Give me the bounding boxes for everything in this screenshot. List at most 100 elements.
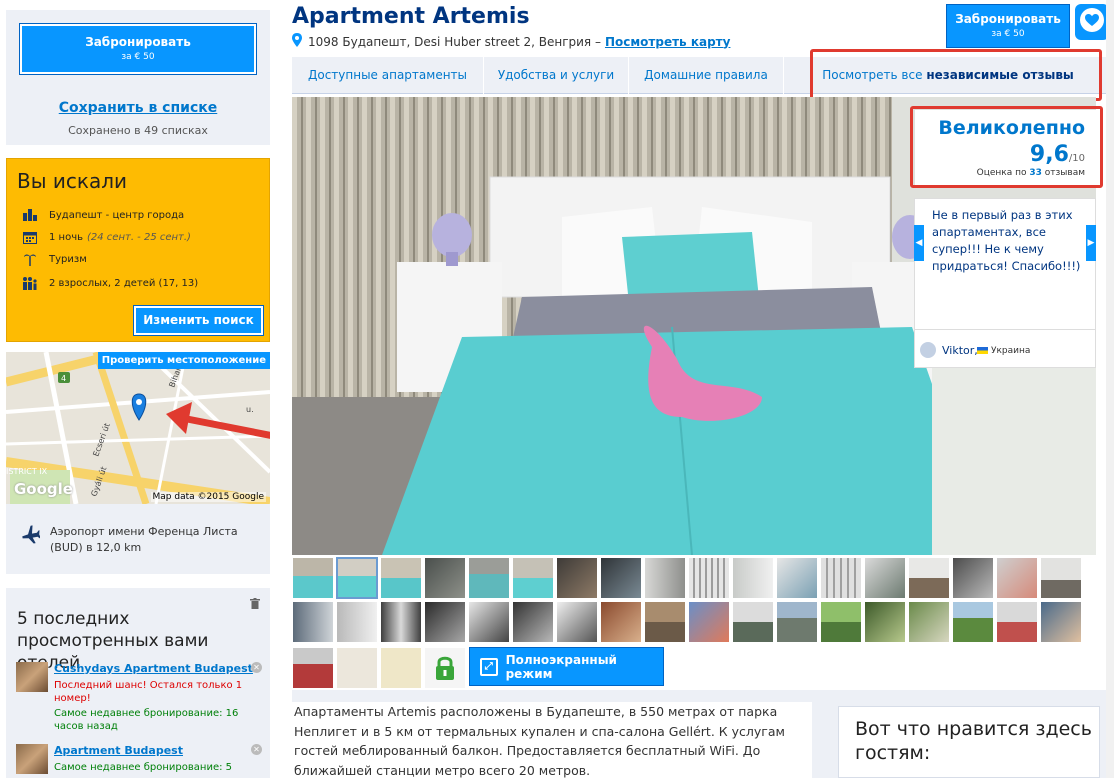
- recent-booking-note: Самое недавнее бронирование: 16 часов на…: [54, 708, 239, 732]
- recent-hotel-link[interactable]: Apartment Budapest: [54, 744, 183, 757]
- recent-hotel-thumbnail[interactable]: [16, 662, 48, 692]
- reviews-tab-bold: независимые отзывы: [926, 68, 1074, 82]
- photo-thumbnail[interactable]: [1040, 557, 1082, 599]
- photo-thumbnail[interactable]: [556, 557, 598, 599]
- photo-thumbnail[interactable]: [380, 557, 422, 599]
- tab-bar: Доступные апартаменты Удобства и услуги …: [292, 57, 1112, 94]
- guests-icon: [21, 276, 39, 290]
- calendar-icon: [21, 230, 39, 244]
- photo-thumbnail[interactable]: [996, 601, 1038, 643]
- favorite-button[interactable]: [1075, 4, 1109, 40]
- photo-thumbnail[interactable]: [952, 601, 994, 643]
- map-thumbnail[interactable]: [380, 647, 422, 689]
- photo-thumbnail[interactable]: [512, 557, 554, 599]
- photo-thumbnail[interactable]: [292, 601, 334, 643]
- review-author-row: Viktor, Украина: [915, 329, 1095, 367]
- score-sub-suffix: отзывам: [1044, 168, 1085, 178]
- review-author: Viktor,: [942, 344, 978, 357]
- photo-thumbnail[interactable]: [468, 601, 510, 643]
- check-location-button[interactable]: Проверить местоположение: [97, 352, 270, 369]
- score-sub-prefix: Оценка по: [976, 168, 1027, 178]
- photo-thumbnail[interactable]: [776, 557, 818, 599]
- reserve-label: Забронировать: [955, 12, 1061, 26]
- photo-thumbnail[interactable]: [424, 601, 466, 643]
- fullscreen-button[interactable]: ⤢ Полноэкранный режим: [469, 647, 664, 686]
- photo-thumbnail[interactable]: [600, 557, 642, 599]
- airplane-icon: [20, 524, 41, 548]
- photo-thumbnail[interactable]: [380, 601, 422, 643]
- avatar: [920, 342, 936, 358]
- address-text: 1098 Будапешт, Desi Huber street 2, Венг…: [308, 34, 601, 49]
- photo-thumbnail[interactable]: [996, 557, 1038, 599]
- photo-thumbnail[interactable]: [1040, 601, 1082, 643]
- photo-thumbnail[interactable]: [908, 557, 950, 599]
- photo-thumbnail[interactable]: [292, 557, 334, 599]
- photo-thumbnail[interactable]: [336, 601, 378, 643]
- recent-booking-note: Самое недавнее бронирование: 5: [54, 762, 233, 773]
- reserve-button-sidebar[interactable]: Забронировать за € 50: [20, 24, 256, 74]
- close-icon[interactable]: ✕: [251, 662, 262, 673]
- airport-text: Аэропорт имени Ференца Листа (BUD) в 12,…: [50, 525, 238, 554]
- hotel-address: 1098 Будапешт, Desi Huber street 2, Венг…: [292, 33, 730, 50]
- photo-thumbnail[interactable]: [864, 557, 906, 599]
- search-nights: 1 ночь: [49, 231, 83, 243]
- photo-thumbnail[interactable]: [424, 557, 466, 599]
- ukraine-flag-icon: [977, 347, 988, 354]
- search-guests-row: 2 взрослых, 2 детей (17, 13): [21, 276, 198, 290]
- tab-available-apartments[interactable]: Доступные апартаменты: [292, 57, 484, 94]
- vertical-scrollbar[interactable]: [1106, 0, 1114, 778]
- photo-thumbnail[interactable]: [556, 601, 598, 643]
- next-review-arrow[interactable]: ▶: [1086, 225, 1096, 261]
- featured-review: ◀ ▶ Не в первый раз в этих апартаментах,…: [914, 198, 1096, 368]
- photo-thumbnail[interactable]: [468, 557, 510, 599]
- map-district: ISTRICT IX: [6, 467, 48, 476]
- tab-reviews[interactable]: Посмотреть все независимые отзывы: [784, 57, 1112, 94]
- close-icon[interactable]: ✕: [251, 744, 262, 755]
- recent-hotels-panel: 5 последних просмотренных вами отелей Cu…: [6, 588, 270, 778]
- photo-thumbnail[interactable]: [908, 601, 950, 643]
- search-guests: 2 взрослых, 2 детей (17, 13): [49, 277, 199, 289]
- save-to-list-link[interactable]: Сохранить в списке: [6, 100, 270, 116]
- heart-icon: [1079, 7, 1105, 37]
- photo-thumbnail[interactable]: [688, 601, 730, 643]
- reviews-tab-prefix: Посмотреть все: [822, 68, 923, 82]
- map-thumbnail[interactable]: [336, 647, 378, 689]
- photo-thumbnail[interactable]: [688, 557, 730, 599]
- search-purpose: Туризм: [49, 253, 87, 265]
- photo-thumbnail[interactable]: [732, 601, 774, 643]
- lock-icon[interactable]: [424, 647, 466, 689]
- search-dates-row: 1 ночь (24 сент. - 25 сент.): [21, 230, 191, 244]
- score-number: 9,6: [1029, 142, 1069, 167]
- photo-thumbnail[interactable]: [820, 601, 862, 643]
- recent-hotel-thumbnail[interactable]: [16, 744, 48, 774]
- hotel-description: Апартаменты Artemis расположены в Будапе…: [292, 702, 812, 778]
- main-content: Apartment Artemis 1098 Будапешт, Desi Hu…: [290, 0, 1114, 778]
- photo-thumbnail[interactable]: [512, 601, 554, 643]
- tab-facilities[interactable]: Удобства и услуги: [484, 57, 629, 94]
- prev-review-arrow[interactable]: ◀: [914, 225, 924, 261]
- photo-thumbnail[interactable]: [820, 557, 862, 599]
- photo-thumbnail[interactable]: [644, 557, 686, 599]
- guest-likes-box: Вот что нравится здесь гостям:: [838, 706, 1100, 778]
- tab-house-rules[interactable]: Домашние правила: [629, 57, 784, 94]
- score-value: 9,6/10: [1030, 142, 1085, 167]
- photo-thumbnail[interactable]: [732, 557, 774, 599]
- reserve-button-top[interactable]: Забронировать за € 50: [946, 4, 1070, 48]
- photo-thumbnail[interactable]: [952, 557, 994, 599]
- photo-thumbnail[interactable]: [600, 601, 642, 643]
- map-road-u: u.: [246, 405, 254, 414]
- photo-thumbnail[interactable]: [336, 557, 378, 599]
- score-box[interactable]: Великолепно 9,6/10 Оценка по 33 отзывам: [915, 110, 1101, 185]
- photo-thumbnail[interactable]: [644, 601, 686, 643]
- guest-likes-title: Вот что нравится здесь гостям:: [855, 718, 1092, 764]
- photo-thumbnail[interactable]: [776, 601, 818, 643]
- airport-info: Аэропорт имени Ференца Листа (BUD) в 12,…: [6, 504, 270, 574]
- location-pin-icon: [292, 33, 302, 50]
- photo-thumbnail[interactable]: [864, 601, 906, 643]
- photo-thumbnail[interactable]: [292, 647, 334, 689]
- score-count: 33: [1029, 168, 1042, 178]
- view-map-link[interactable]: Посмотреть карту: [605, 35, 730, 49]
- change-search-button[interactable]: Изменить поиск: [134, 306, 263, 335]
- location-map[interactable]: 4 Ecseri út Gyáli út ISTRICT IX Bihari u…: [6, 352, 270, 504]
- recent-hotel-link[interactable]: Cushydays Apartment Budapest: [54, 662, 253, 675]
